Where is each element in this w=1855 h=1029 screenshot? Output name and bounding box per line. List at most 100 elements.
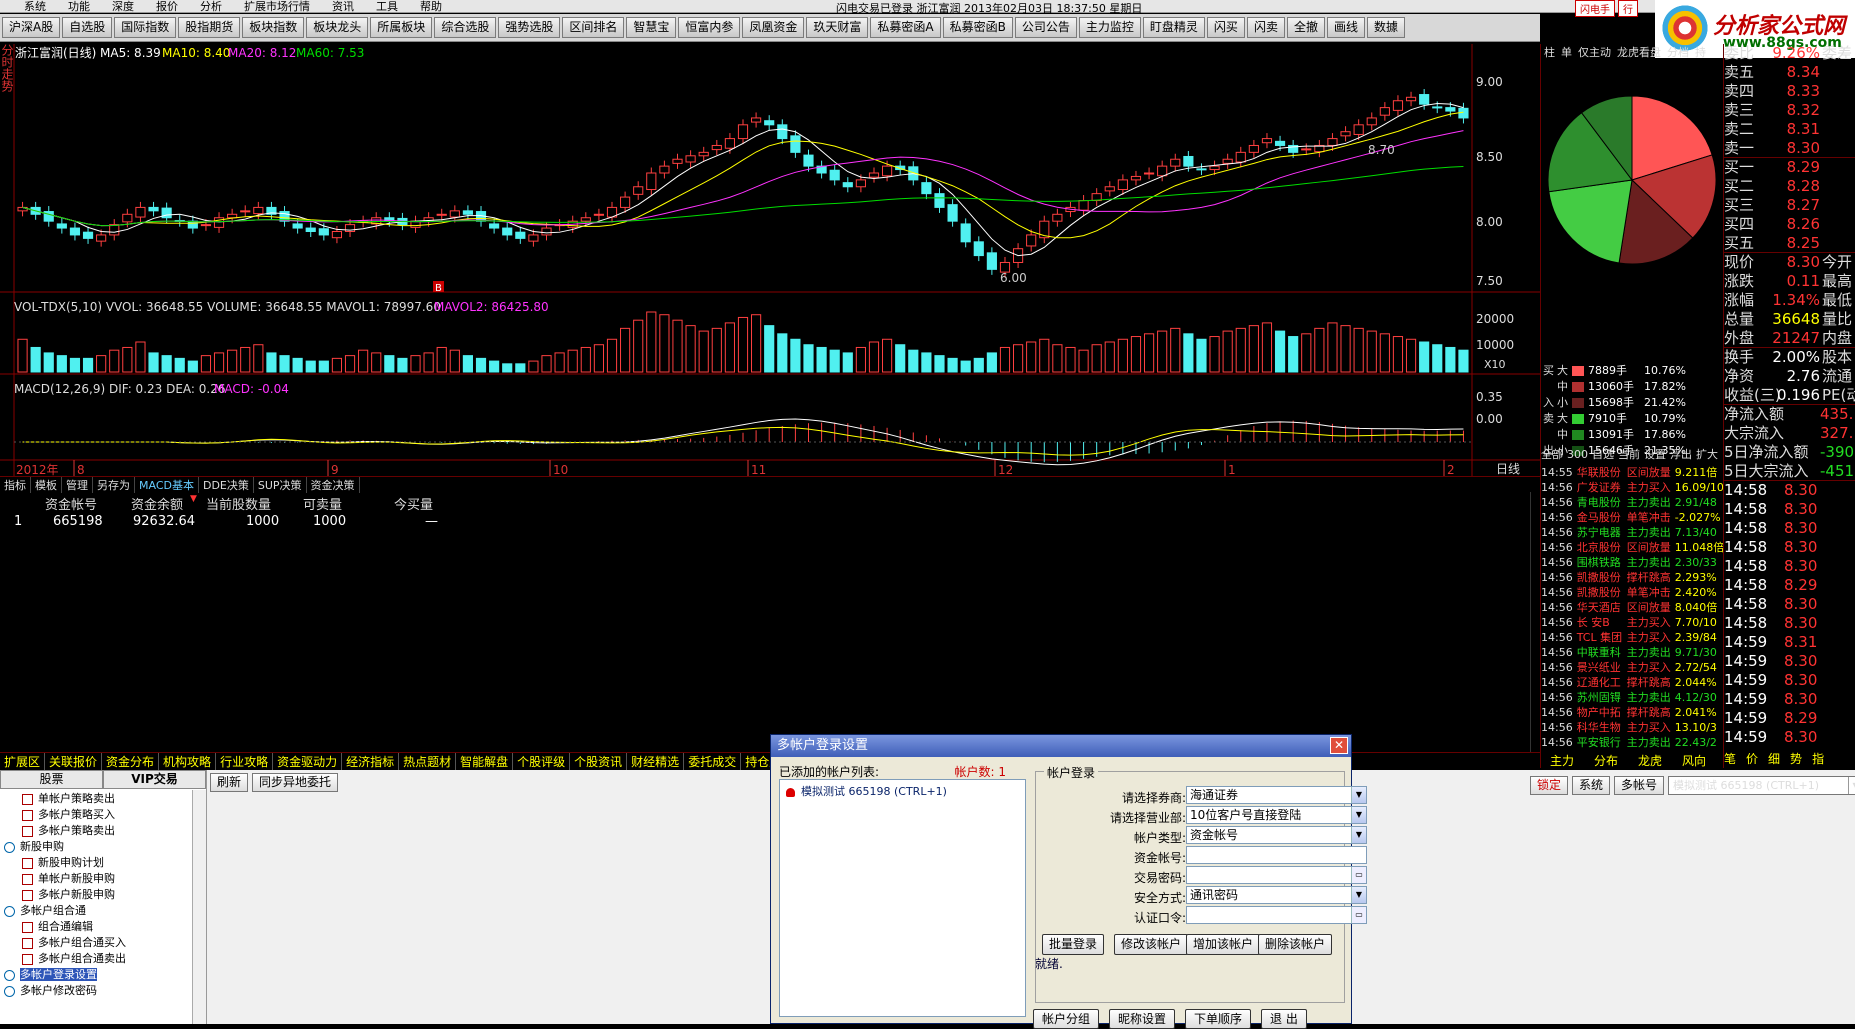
ext-tab-10[interactable]: 个股资讯: [570, 753, 628, 770]
field-select[interactable]: 资金帐号 ▼: [1186, 826, 1367, 844]
list-item[interactable]: 14:56 科华生物 主力买入 13.10/3: [1541, 719, 1724, 734]
menu-ext-market[interactable]: 扩展市场行情: [244, 0, 310, 13]
list-item[interactable]: 14:56 华天酒店 区间放量 8.040倍: [1541, 599, 1724, 614]
flow-tab-5[interactable]: 持: [1692, 44, 1709, 60]
keyboard-icon[interactable]: ▭: [1351, 867, 1366, 883]
list-item[interactable]: 14:56 苏州固锝 主力卖出 4.12/30: [1541, 689, 1724, 704]
flow-tab-3[interactable]: 龙虎看盘: [1614, 44, 1664, 60]
list-item[interactable]: 14:56 景兴纸业 主力买入 2.72/54: [1541, 659, 1724, 674]
right-bottom-tab-1[interactable]: 分布: [1584, 752, 1628, 769]
menu-analysis[interactable]: 分析: [200, 0, 222, 13]
toolbar-button-3[interactable]: 股指期货: [178, 17, 241, 38]
menu-help[interactable]: 帮助: [420, 0, 442, 13]
dialog-titlebar[interactable]: 多帐户登录设置 ✕: [771, 735, 1351, 757]
toolbar-button-19[interactable]: 闪买: [1206, 17, 1245, 38]
dialog-bottom-button-0[interactable]: 帐户分组: [1033, 1009, 1100, 1029]
menu-function[interactable]: 功能: [68, 0, 90, 13]
toolbar-button-12[interactable]: 凤凰资金: [742, 17, 805, 38]
ext-tab-9[interactable]: 个股评级: [513, 753, 571, 770]
lock-button[interactable]: 锁定: [1530, 776, 1569, 795]
tree-scrollbar[interactable]: [192, 790, 206, 1024]
toolbar-button-15[interactable]: 私募密函B: [942, 17, 1013, 38]
menu-depth[interactable]: 深度: [112, 0, 134, 13]
toolbar-button-5[interactable]: 板块龙头: [306, 17, 369, 38]
toolbar-button-13[interactable]: 玖天财富: [806, 17, 869, 38]
filter-tab-4[interactable]: 设置: [1644, 448, 1666, 461]
field-input[interactable]: [1186, 846, 1367, 864]
list-item[interactable]: 14:56 广发证券 主力买入 16.09/10: [1541, 479, 1724, 494]
ind-tab-5[interactable]: DDE决策: [199, 477, 254, 493]
menu-quote[interactable]: 报价: [156, 0, 178, 13]
toolbar-button-9[interactable]: 区间排名: [562, 17, 625, 38]
field-select[interactable]: 海通证券 ▼: [1186, 786, 1367, 804]
tree-item[interactable]: 单帐户策略卖出: [0, 791, 206, 807]
ext-tab-3[interactable]: 机构攻略: [159, 753, 217, 770]
tab-vip-trade[interactable]: VIP交易: [103, 770, 206, 789]
list-item[interactable]: 14:56 物产中拓 撑杆跳高 2.041%: [1541, 704, 1724, 719]
period-label[interactable]: 日线: [1496, 462, 1520, 476]
tree-item[interactable]: 多帐户组合通买入: [0, 935, 206, 951]
col-header-balance[interactable]: 资金余额: [131, 494, 183, 513]
flow-tab-4[interactable]: 分档: [1664, 44, 1692, 60]
list-item[interactable]: 14:56 围棋铁路 主力卖出 2.30/33: [1541, 554, 1724, 569]
toolbar-button-17[interactable]: 主力监控: [1078, 17, 1141, 38]
ind-tab-2[interactable]: 管理: [62, 477, 93, 493]
flash-hand-button[interactable]: 闪电手: [1575, 0, 1615, 17]
toolbar-button-0[interactable]: 沪深A股: [2, 17, 61, 38]
quote-tab-3[interactable]: 势: [1790, 752, 1802, 766]
col-header-sellable[interactable]: 可卖量: [303, 494, 342, 513]
filter-tab-3[interactable]: 当前: [1618, 448, 1640, 461]
toolbar-button-7[interactable]: 综合选股: [434, 17, 497, 38]
tree-item[interactable]: 组合通编辑: [0, 919, 206, 935]
dialog-button-1[interactable]: 修改该帐户: [1114, 934, 1189, 955]
ext-tab-8[interactable]: 智能解盘: [456, 753, 514, 770]
filter-tab-1[interactable]: 300: [1567, 448, 1588, 461]
menu-tools[interactable]: 工具: [376, 0, 398, 13]
tab-stock[interactable]: 股票: [0, 770, 103, 789]
toolbar-button-22[interactable]: 画线: [1326, 17, 1365, 38]
tree-item[interactable]: 多帐户修改密码: [0, 983, 206, 999]
toolbar-button-1[interactable]: 自选股: [62, 17, 113, 38]
list-item[interactable]: 14:56 金马股份 单笔冲击 -2.027%: [1541, 509, 1724, 524]
toolbar-button-20[interactable]: 闪卖: [1246, 17, 1285, 38]
tree-item[interactable]: 多帐户组合通卖出: [0, 951, 206, 967]
close-icon[interactable]: ✕: [1330, 737, 1348, 754]
keyboard-icon[interactable]: ▭: [1351, 907, 1366, 923]
ext-tab-0[interactable]: 扩展区: [0, 753, 46, 770]
list-item[interactable]: 14:56 TCL 集团 主力买入 2.39/84: [1541, 629, 1724, 644]
dialog-button-2[interactable]: 增加该帐户: [1186, 934, 1261, 955]
ext-tab-2[interactable]: 资金分布: [102, 753, 160, 770]
ind-tab-6[interactable]: SUP决策: [254, 477, 307, 493]
toolbar-button-18[interactable]: 盯盘精灵: [1142, 17, 1205, 38]
toolbar-button-11[interactable]: 恒富内参: [678, 17, 741, 38]
dialog-button-0[interactable]: 批量登录: [1042, 934, 1105, 955]
ind-tab-3[interactable]: 另存为: [93, 477, 135, 493]
col-header-shares[interactable]: 当前股数量: [206, 494, 271, 513]
ext-tab-7[interactable]: 热点题材: [399, 753, 457, 770]
list-item[interactable]: 14:56 辽通化工 撑杆跳高 2.044%: [1541, 674, 1724, 689]
ext-tab-1[interactable]: 关联报价: [45, 753, 103, 770]
field-select[interactable]: 通讯密码 ▼: [1186, 886, 1367, 904]
right-bottom-tab-3[interactable]: 风向: [1672, 752, 1716, 769]
tree-item[interactable]: 多帐户策略买入: [0, 807, 206, 823]
dialog-button-3[interactable]: 删除该帐户: [1258, 934, 1333, 955]
toolbar-button-6[interactable]: 所属板块: [370, 17, 433, 38]
list-item[interactable]: 模拟测试 665198 (CTRL+1): [786, 783, 1019, 799]
stock-chart[interactable]: 浙江富润(日线) MA5: 8.39 MA10: 8.40 MA20: 8.12…: [0, 44, 1540, 476]
list-item[interactable]: 14:56 长 安B 主力买入 7.70/10: [1541, 614, 1724, 629]
account-select[interactable]: 模拟测试 665198 (CTRL+1) ▼: [1668, 776, 1855, 795]
field-select[interactable]: 10位客户号直接登陆 ▼: [1186, 806, 1367, 824]
col-header-today-buy[interactable]: 今买量: [394, 494, 433, 513]
menu-news[interactable]: 资讯: [332, 0, 354, 13]
quote-button[interactable]: 行: [1618, 0, 1638, 17]
sync-remote-orders-button[interactable]: 同步异地委托: [252, 773, 339, 792]
toolbar-button-2[interactable]: 国际指数: [114, 17, 177, 38]
toolbar-button-10[interactable]: 智慧宝: [626, 17, 677, 38]
ind-tab-1[interactable]: 模板: [31, 477, 62, 493]
list-item[interactable]: 14:56 平安银行 主力卖出 22.43/2: [1541, 734, 1724, 749]
filter-tab-2[interactable]: 自选: [1592, 448, 1614, 461]
ind-tab-4[interactable]: MACD基本: [135, 477, 199, 493]
quote-tab-2[interactable]: 细: [1768, 752, 1780, 766]
list-item[interactable]: 14:55 华联股份 区间放量 9.211倍: [1541, 464, 1724, 479]
tree-item[interactable]: 新股申购计划: [0, 855, 206, 871]
